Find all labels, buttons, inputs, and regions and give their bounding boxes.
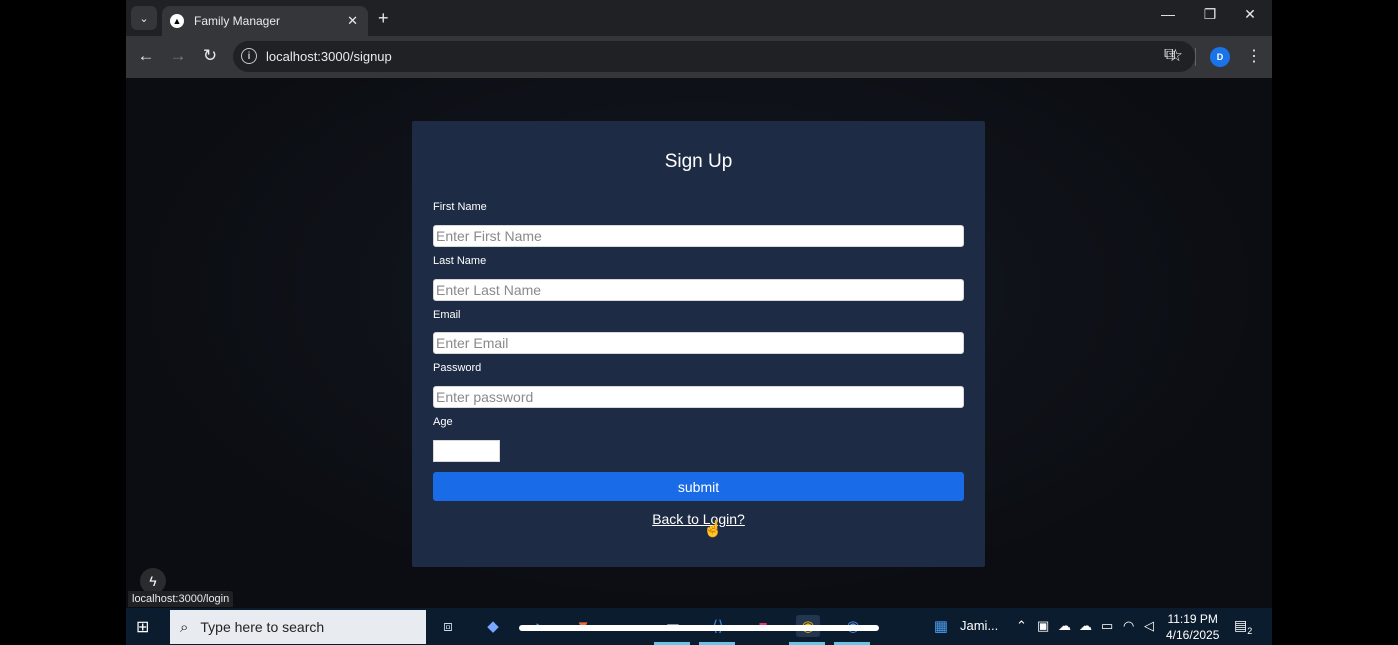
tab-family-manager[interactable]: ▲ Family Manager ✕ (162, 6, 368, 36)
battery-icon[interactable]: ▭ (1101, 618, 1113, 634)
widgets-icon[interactable]: ▦ (929, 615, 953, 637)
restore-icon[interactable]: ❐ (1190, 6, 1230, 23)
browser-toolbar: ← → ↻ i ☆ ⧉ D ⋮ (126, 36, 1272, 78)
email-input[interactable] (433, 332, 964, 354)
mouse-cursor-icon: ☝ (703, 521, 723, 538)
volume-icon[interactable]: ◁ (1144, 618, 1154, 634)
toolbar-divider (1195, 48, 1196, 66)
age-label: Age (433, 416, 453, 428)
weather-text[interactable]: Jami... (960, 618, 998, 633)
age-input[interactable] (433, 440, 500, 462)
tab-close-icon[interactable]: ✕ (347, 13, 358, 29)
tray-chevron-icon[interactable]: ⌃ (1016, 618, 1027, 634)
first-name-label: First Name (433, 201, 487, 213)
screen: ⌄ ▲ Family Manager ✕ + — ❐ ✕ ← → ↻ i ☆ ⧉… (0, 0, 1398, 645)
notification-count: 2 (1247, 625, 1253, 636)
app-favicon-icon: ▲ (170, 14, 184, 28)
clock[interactable]: 11:19 PM 4/16/2025 (1166, 611, 1219, 643)
video-scrubber-bar[interactable] (519, 625, 879, 631)
tab-title: Family Manager (194, 14, 281, 28)
windows-start-icon[interactable]: ⊞ (136, 617, 149, 637)
meet-icon[interactable]: ▣ (1037, 618, 1049, 634)
tab-strip: ⌄ ▲ Family Manager ✕ + — ❐ ✕ (126, 0, 1272, 36)
back-to-login-link[interactable]: Back to Login? (412, 511, 985, 527)
kebab-menu-icon[interactable]: ⋮ (1246, 46, 1262, 66)
taskbar-search-placeholder: Type here to search (200, 619, 325, 635)
address-bar[interactable]: i ☆ (233, 41, 1195, 72)
first-name-input[interactable] (433, 225, 964, 247)
new-tab-button[interactable]: + (378, 8, 389, 29)
minimize-icon[interactable]: — (1148, 6, 1188, 22)
tab-search-chevron-icon[interactable]: ⌄ (131, 6, 157, 30)
password-input[interactable] (433, 386, 964, 408)
page-content: Sign Up First Name Last Name Email Passw… (126, 78, 1272, 608)
onedrive-icon[interactable]: ☁ (1079, 618, 1092, 634)
copilot-icon[interactable]: ◆ (481, 615, 505, 637)
extensions-icon[interactable]: ⧉ (1164, 46, 1175, 64)
status-bar-url: localhost:3000/login (128, 591, 234, 607)
last-name-label: Last Name (433, 255, 487, 267)
last-name-input[interactable] (433, 279, 964, 301)
taskbar: ⊞ ⌕ Type here to search ⧈ ◆ ◗ ▼ ▬ ▭ ⟨⟩ ■… (126, 608, 1272, 645)
wifi-icon[interactable]: ◠ (1123, 618, 1134, 634)
page-title: Sign Up (664, 151, 733, 172)
browser-window: ⌄ ▲ Family Manager ✕ + — ❐ ✕ ← → ↻ i ☆ ⧉… (126, 0, 1272, 608)
reload-icon[interactable]: ↻ (198, 46, 222, 66)
clock-time: 11:19 PM (1167, 612, 1218, 626)
task-view-icon[interactable]: ⧈ (436, 615, 460, 637)
email-label: Email (433, 309, 461, 321)
back-icon[interactable]: ← (134, 46, 158, 66)
site-info-icon[interactable]: i (241, 48, 257, 64)
forward-icon[interactable]: → (166, 46, 190, 66)
notification-icon[interactable]: ▤2 (1234, 617, 1252, 636)
password-label: Password (433, 362, 482, 374)
clock-date: 4/16/2025 (1166, 628, 1220, 642)
submit-button[interactable]: submit (433, 472, 964, 501)
url-input[interactable] (266, 49, 866, 64)
search-icon: ⌕ (180, 618, 189, 636)
profile-avatar[interactable]: D (1210, 47, 1230, 67)
window-close-icon[interactable]: ✕ (1230, 6, 1270, 23)
signup-card: Sign Up First Name Last Name Email Passw… (412, 121, 985, 567)
cloud-off-icon[interactable]: ☁ (1058, 618, 1071, 634)
taskbar-search[interactable]: ⌕ Type here to search (170, 610, 426, 644)
